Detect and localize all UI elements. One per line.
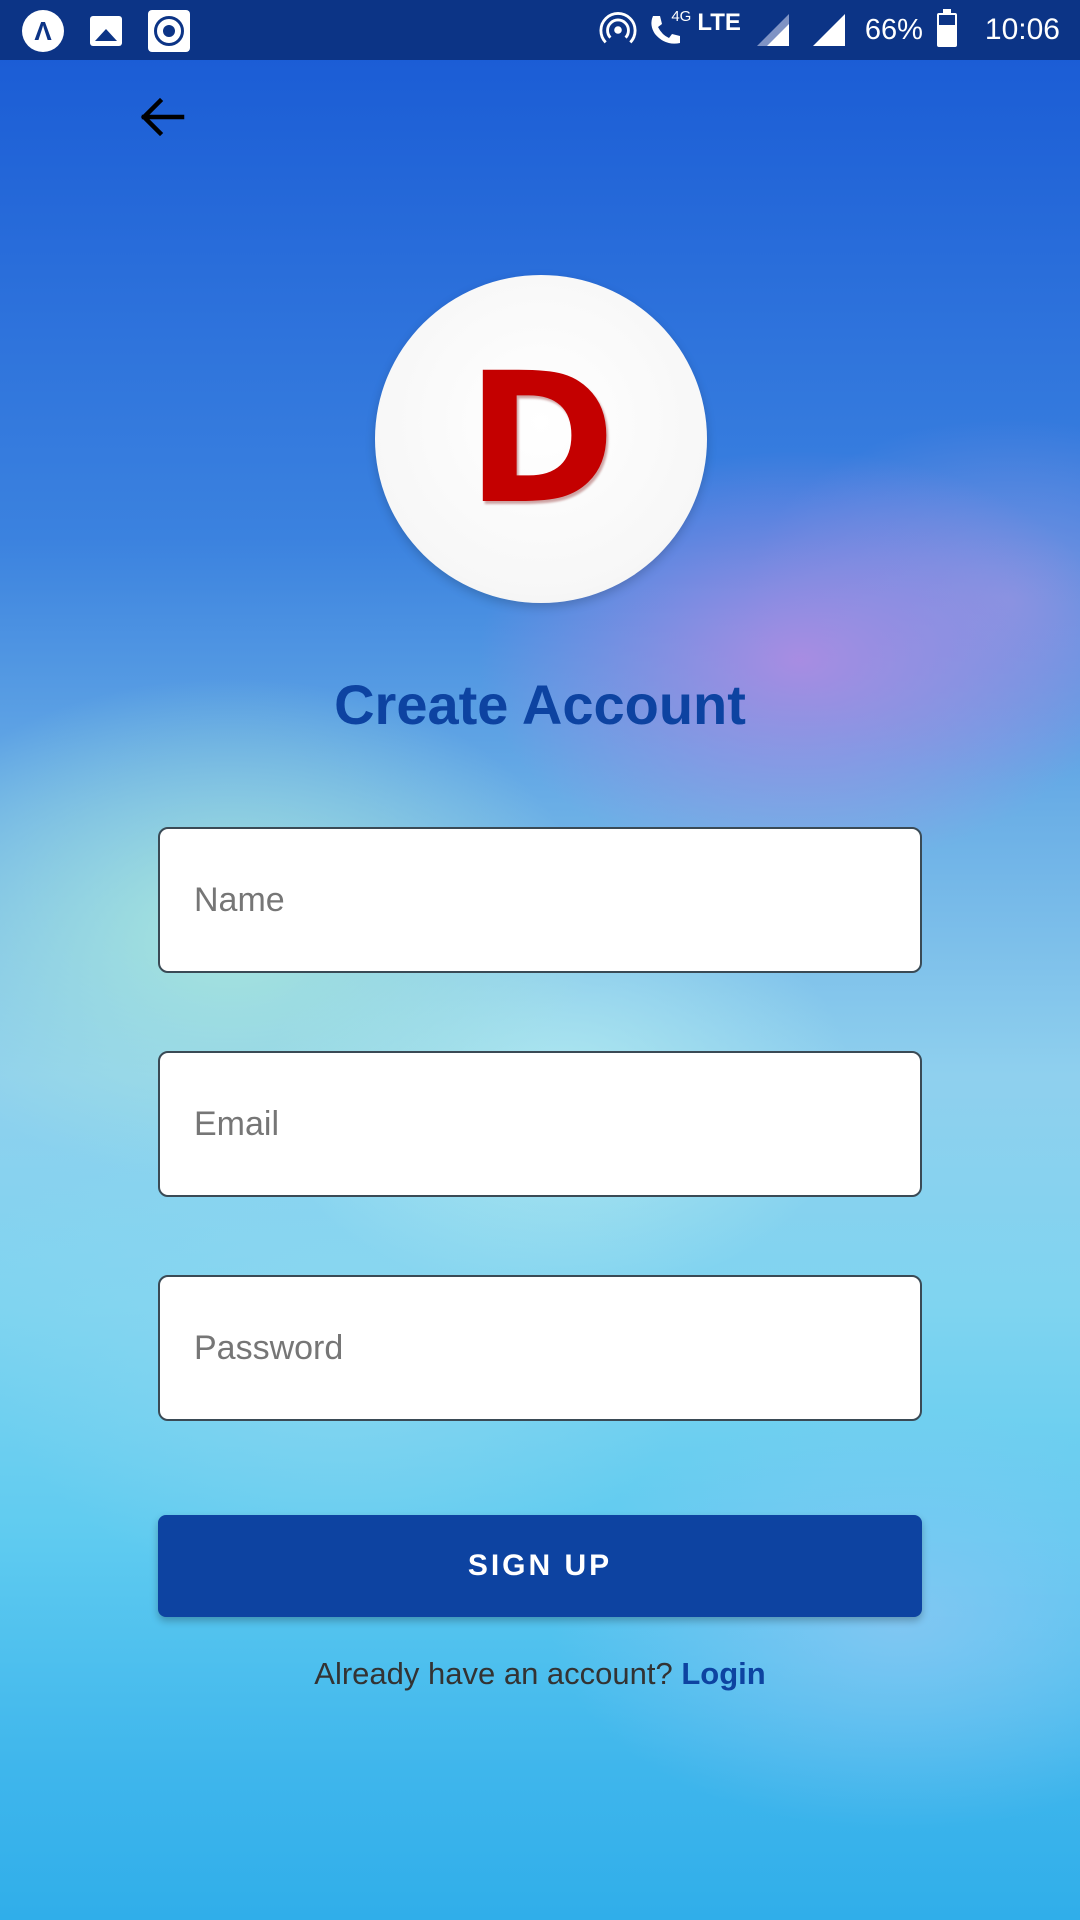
name-field[interactable]	[158, 827, 922, 973]
login-prompt-text: Already have an account?	[314, 1656, 673, 1691]
login-link[interactable]: Login	[681, 1656, 765, 1691]
signal-sim1-icon	[756, 14, 789, 46]
back-button[interactable]	[130, 88, 196, 146]
signup-button[interactable]: SIGN UP	[158, 1515, 922, 1617]
email-field[interactable]	[158, 1051, 922, 1197]
password-input[interactable]	[160, 1277, 920, 1419]
app-logo: D	[375, 275, 707, 603]
status-bar-system: 4G LTE 66% 10:06	[599, 0, 1060, 60]
battery-percent: 66%	[864, 13, 923, 46]
call-icon: 4G	[645, 8, 691, 50]
login-prompt: Already have an account? Login	[0, 1656, 1080, 1692]
email-input[interactable]	[160, 1053, 920, 1195]
ring-icon	[148, 10, 190, 52]
clock: 10:06	[984, 13, 1060, 46]
password-field[interactable]	[158, 1275, 922, 1421]
battery-icon	[936, 9, 957, 47]
hotspot-icon	[599, 12, 637, 44]
gallery-icon	[90, 16, 122, 46]
logo-letter: D	[466, 334, 616, 544]
page-title: Create Account	[334, 673, 746, 736]
create-account-screen: Λ 4G LTE 66% 10:06 D Create Account Name…	[0, 0, 1080, 1920]
name-input[interactable]	[160, 829, 920, 971]
app-a-icon: Λ	[22, 10, 64, 52]
status-bar: Λ 4G LTE 66% 10:06	[0, 0, 1080, 60]
network-4g-label: 4G	[671, 8, 692, 25]
arrow-left-icon	[140, 97, 185, 137]
battery-fill	[938, 25, 955, 45]
lte-label: LTE	[697, 9, 741, 36]
status-bar-notifications: Λ	[22, 8, 210, 54]
signal-sim2-icon	[812, 14, 845, 46]
